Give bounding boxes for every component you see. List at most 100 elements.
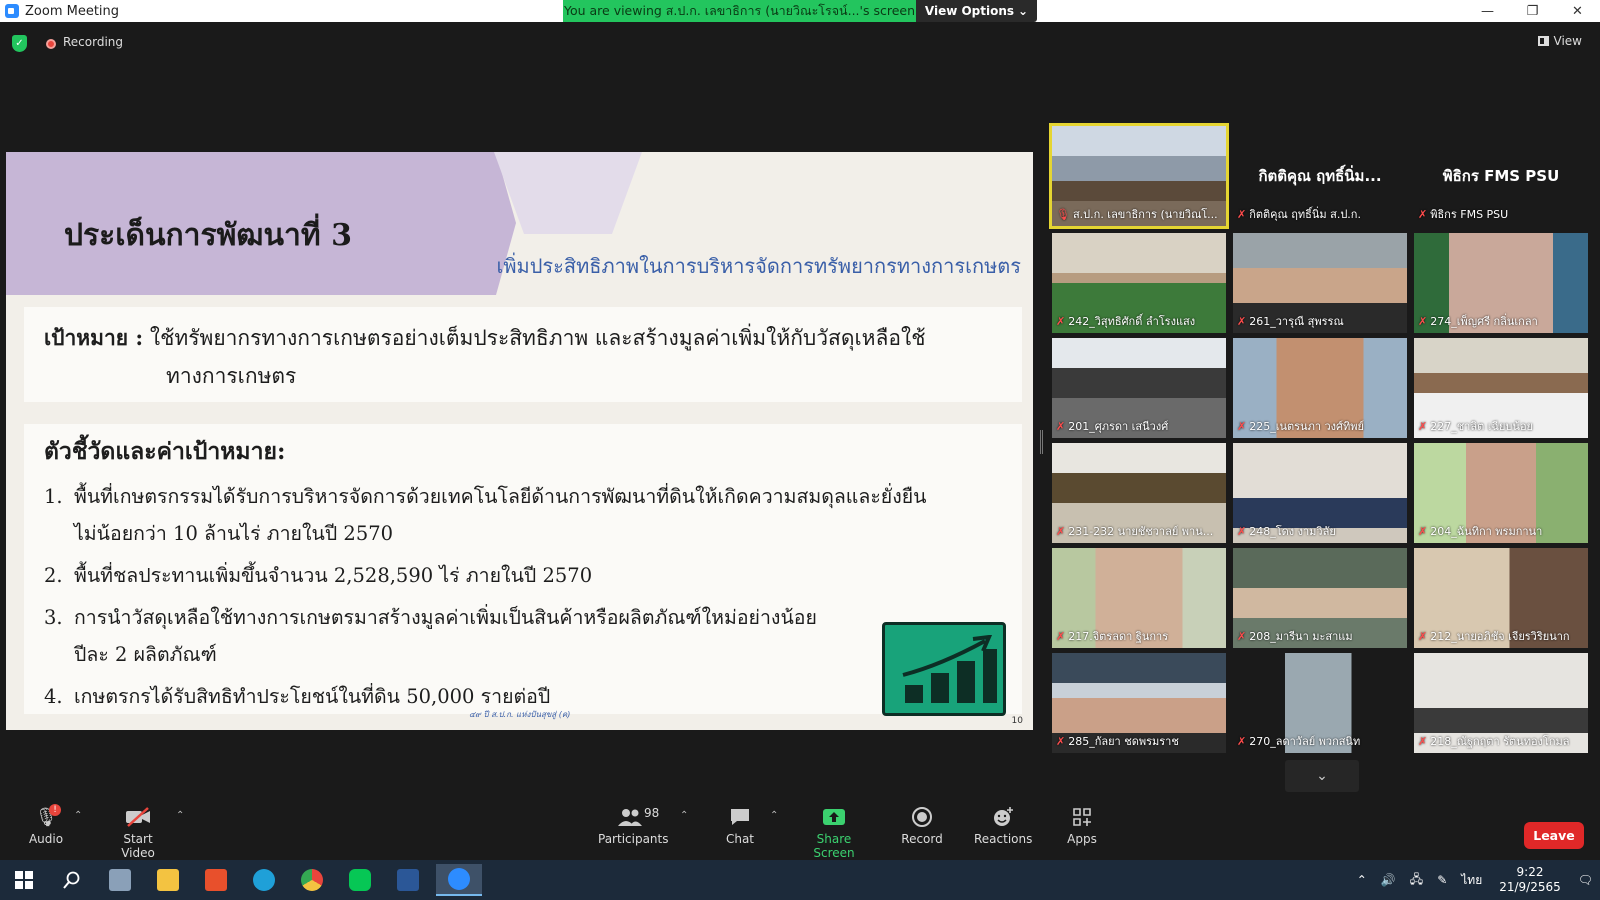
video-off-icon	[125, 806, 151, 828]
participant-tile[interactable]: ✗ 261_วารุณี สุพรรณ	[1233, 233, 1407, 333]
input-language[interactable]: ไทย	[1461, 871, 1482, 890]
share-screen-button[interactable]: Share Screen	[796, 806, 872, 860]
participant-tile[interactable]: ✗ 231-232 นายชัชวาลย์ พาน...	[1052, 443, 1226, 543]
participant-tile[interactable]: พิธิกร FMS PSU ✗ พิธิกร FMS PSU	[1414, 126, 1588, 226]
word-glyph	[397, 869, 419, 891]
audio-options-caret[interactable]: ⌃	[74, 810, 82, 821]
participant-tile[interactable]: กิตติคุณ ฤทธิ์นิ่ม... ✗ กิตติคุณ ฤทธิ์นิ่ม…	[1233, 126, 1407, 226]
notification-icon[interactable]: 🗨	[1578, 873, 1593, 887]
mic-muted-icon: 🎙	[1056, 207, 1070, 221]
kpi-number: 4.	[44, 685, 63, 708]
mic-muted-icon: ✗	[1056, 419, 1066, 433]
mic-muted-icon: ✗	[1418, 207, 1428, 221]
view-button[interactable]: View	[1537, 34, 1582, 48]
participant-tile[interactable]: 🎙 ส.ป.ก. เลขาธิการ (นายวิณโ...	[1049, 123, 1229, 229]
zoom-taskbar-icon[interactable]	[436, 864, 482, 896]
volume-icon[interactable]: 🔊	[1381, 873, 1396, 887]
chrome-icon[interactable]	[292, 864, 332, 896]
mic-muted-icon: ✗	[1237, 419, 1247, 433]
recording-icon	[46, 39, 56, 49]
participants-count: 98	[644, 806, 660, 820]
search-icon[interactable]	[52, 864, 92, 896]
office-icon[interactable]	[196, 864, 236, 896]
task-view-glyph	[109, 869, 131, 891]
participant-tile[interactable]: ✗ 270_ลดาวัลย์ พวกสนิท	[1233, 653, 1407, 753]
participant-name: 201_ศุภรดา เสนีวงศ์	[1068, 420, 1169, 433]
security-shield-icon[interactable]: ✓	[12, 35, 27, 52]
participant-name-label: ✗ 270_ลดาวัลย์ พวกสนิท	[1237, 732, 1360, 750]
audio-warning-badge: !	[49, 804, 61, 816]
chat-button[interactable]: Chat	[722, 806, 758, 846]
line-icon[interactable]	[340, 864, 380, 896]
participant-tile[interactable]: ✗ 227_ชาลิต เฉียบน้อย	[1414, 338, 1588, 438]
file-explorer-icon[interactable]	[148, 864, 188, 896]
minimize-button[interactable]: —	[1465, 0, 1510, 22]
shared-screen-slide[interactable]: ประเด็นการพัฒนาที่ 3 เพิ่มประสิทธิภาพในก…	[6, 152, 1033, 730]
gallery-scroll-down-button[interactable]: ⌄	[1285, 760, 1359, 792]
leave-button[interactable]: Leave	[1524, 822, 1584, 849]
mic-muted-icon: ✗	[1056, 524, 1066, 538]
mic-muted-icon: ✗	[1056, 314, 1066, 328]
audio-button[interactable]: 🎙! Audio	[28, 804, 64, 846]
viewing-screen-banner: You are viewing ส.ป.ก. เลขาธิการ (นายวิณ…	[563, 0, 916, 22]
participants-options-caret[interactable]: ⌃	[680, 810, 688, 821]
close-window-button[interactable]: ✕	[1555, 0, 1600, 22]
chrome-glyph	[301, 869, 323, 891]
network-icon[interactable]: 🖧	[1410, 870, 1423, 891]
participant-tile[interactable]: ✗ 204_ฉันทิกา พรมกานา	[1414, 443, 1588, 543]
mic-muted-icon: ✗	[1418, 314, 1428, 328]
task-view-icon[interactable]	[100, 864, 140, 896]
participant-name-label: ✗ 248_โดง งามวิลัย	[1237, 522, 1336, 540]
panel-splitter-handle[interactable]	[1040, 430, 1043, 454]
slide-footer-logo: ๔๙ ปี ส.ป.ก. แห่งปันสุขสู่ (ค)	[469, 710, 571, 719]
participant-name-label: ✗ 201_ศุภรดา เสนีวงศ์	[1056, 417, 1168, 435]
participant-display-name: พิธิกร FMS PSU	[1442, 167, 1560, 185]
participant-tile[interactable]: ✗ 274_เพ็ญศรี กลิ่นเกลา	[1414, 233, 1588, 333]
chat-options-caret[interactable]: ⌃	[770, 810, 778, 821]
system-clock[interactable]: 9:22 21/9/2565	[1499, 865, 1561, 895]
participant-name-label: ✗ 242_วิสุทธิศักดิ์ ลำโรงแสง	[1056, 312, 1195, 330]
participant-name-label: ✗ 231-232 นายชัชวาลย์ พาน...	[1056, 522, 1213, 540]
recording-label[interactable]: Recording	[63, 35, 123, 49]
participant-tile[interactable]: ✗ 248_โดง งามวิลัย	[1233, 443, 1407, 543]
maximize-button[interactable]: ❐	[1510, 0, 1555, 22]
participant-name: 217.จิตรลดา ฐินการ	[1068, 630, 1169, 643]
kpi-line-1: พื้นที่เกษตรกรรมได้รับการบริหารจัดการด้ว…	[74, 485, 927, 508]
edge-icon[interactable]	[244, 864, 284, 896]
slide-title: ประเด็นการพัฒนาที่ 3	[64, 218, 352, 253]
participant-tile[interactable]: ✗ 225_เนตรนภา วงศ์ทิพย์	[1233, 338, 1407, 438]
start-video-button[interactable]: Start Video	[108, 806, 168, 860]
participant-tile[interactable]: ✗ 285_กัลยา ชดพรมราช	[1052, 653, 1226, 753]
pen-icon[interactable]: ✎	[1437, 873, 1447, 887]
microphone-icon: 🎙!	[33, 804, 61, 828]
reactions-label: Reactions	[974, 832, 1033, 846]
record-icon	[909, 806, 935, 828]
participant-name-label: ✗ 217.จิตรลดา ฐินการ	[1056, 627, 1168, 645]
goal-box: เป้าหมาย : ใช้ทรัพยากรทางการเกษตรอย่างเต…	[24, 307, 1022, 402]
window-title: Zoom Meeting	[25, 3, 120, 19]
share-screen-icon	[821, 806, 847, 828]
participant-tile[interactable]: ✗ 217.จิตรลดา ฐินการ	[1052, 548, 1226, 648]
participant-tile[interactable]: ✗ 208_มารีนา มะสาแม	[1233, 548, 1407, 648]
video-options-caret[interactable]: ⌃	[176, 810, 184, 821]
mic-muted-icon: ✗	[1418, 734, 1428, 748]
file-explorer-glyph	[157, 869, 179, 891]
participant-tile[interactable]: ✗ 242_วิสุทธิศักดิ์ ลำโรงแสง	[1052, 233, 1226, 333]
windows-start-icon[interactable]	[4, 864, 44, 896]
participant-name: 225_เนตรนภา วงศ์ทิพย์	[1249, 420, 1364, 433]
view-options-button[interactable]: View Options ⌄	[916, 0, 1037, 22]
apps-button[interactable]: Apps	[1064, 806, 1100, 846]
participant-name: 285_กัลยา ชดพรมราช	[1068, 735, 1179, 748]
participant-tile[interactable]: ✗ 212_นายอภิชัจ เจียรวิริยนาก	[1414, 548, 1588, 648]
participant-tile[interactable]: ✗ 201_ศุภรดา เสนีวงศ์	[1052, 338, 1226, 438]
participant-display-name: กิตติคุณ ฤทธิ์นิ่ม...	[1258, 167, 1382, 185]
participant-tile[interactable]: ✗ 218_ณัฐกฤตา รัตนทองโกมล	[1414, 653, 1588, 753]
participant-name: 242_วิสุทธิศักดิ์ ลำโรงแสง	[1068, 315, 1196, 328]
mic-muted-icon: ✗	[1237, 314, 1247, 328]
word-icon[interactable]	[388, 864, 428, 896]
tray-overflow-icon[interactable]: ⌃	[1357, 873, 1367, 887]
slide-page-number: 10	[1011, 716, 1023, 726]
mic-muted-icon: ✗	[1418, 524, 1428, 538]
reactions-button[interactable]: Reactions	[974, 806, 1032, 846]
record-button[interactable]: Record	[900, 806, 944, 846]
